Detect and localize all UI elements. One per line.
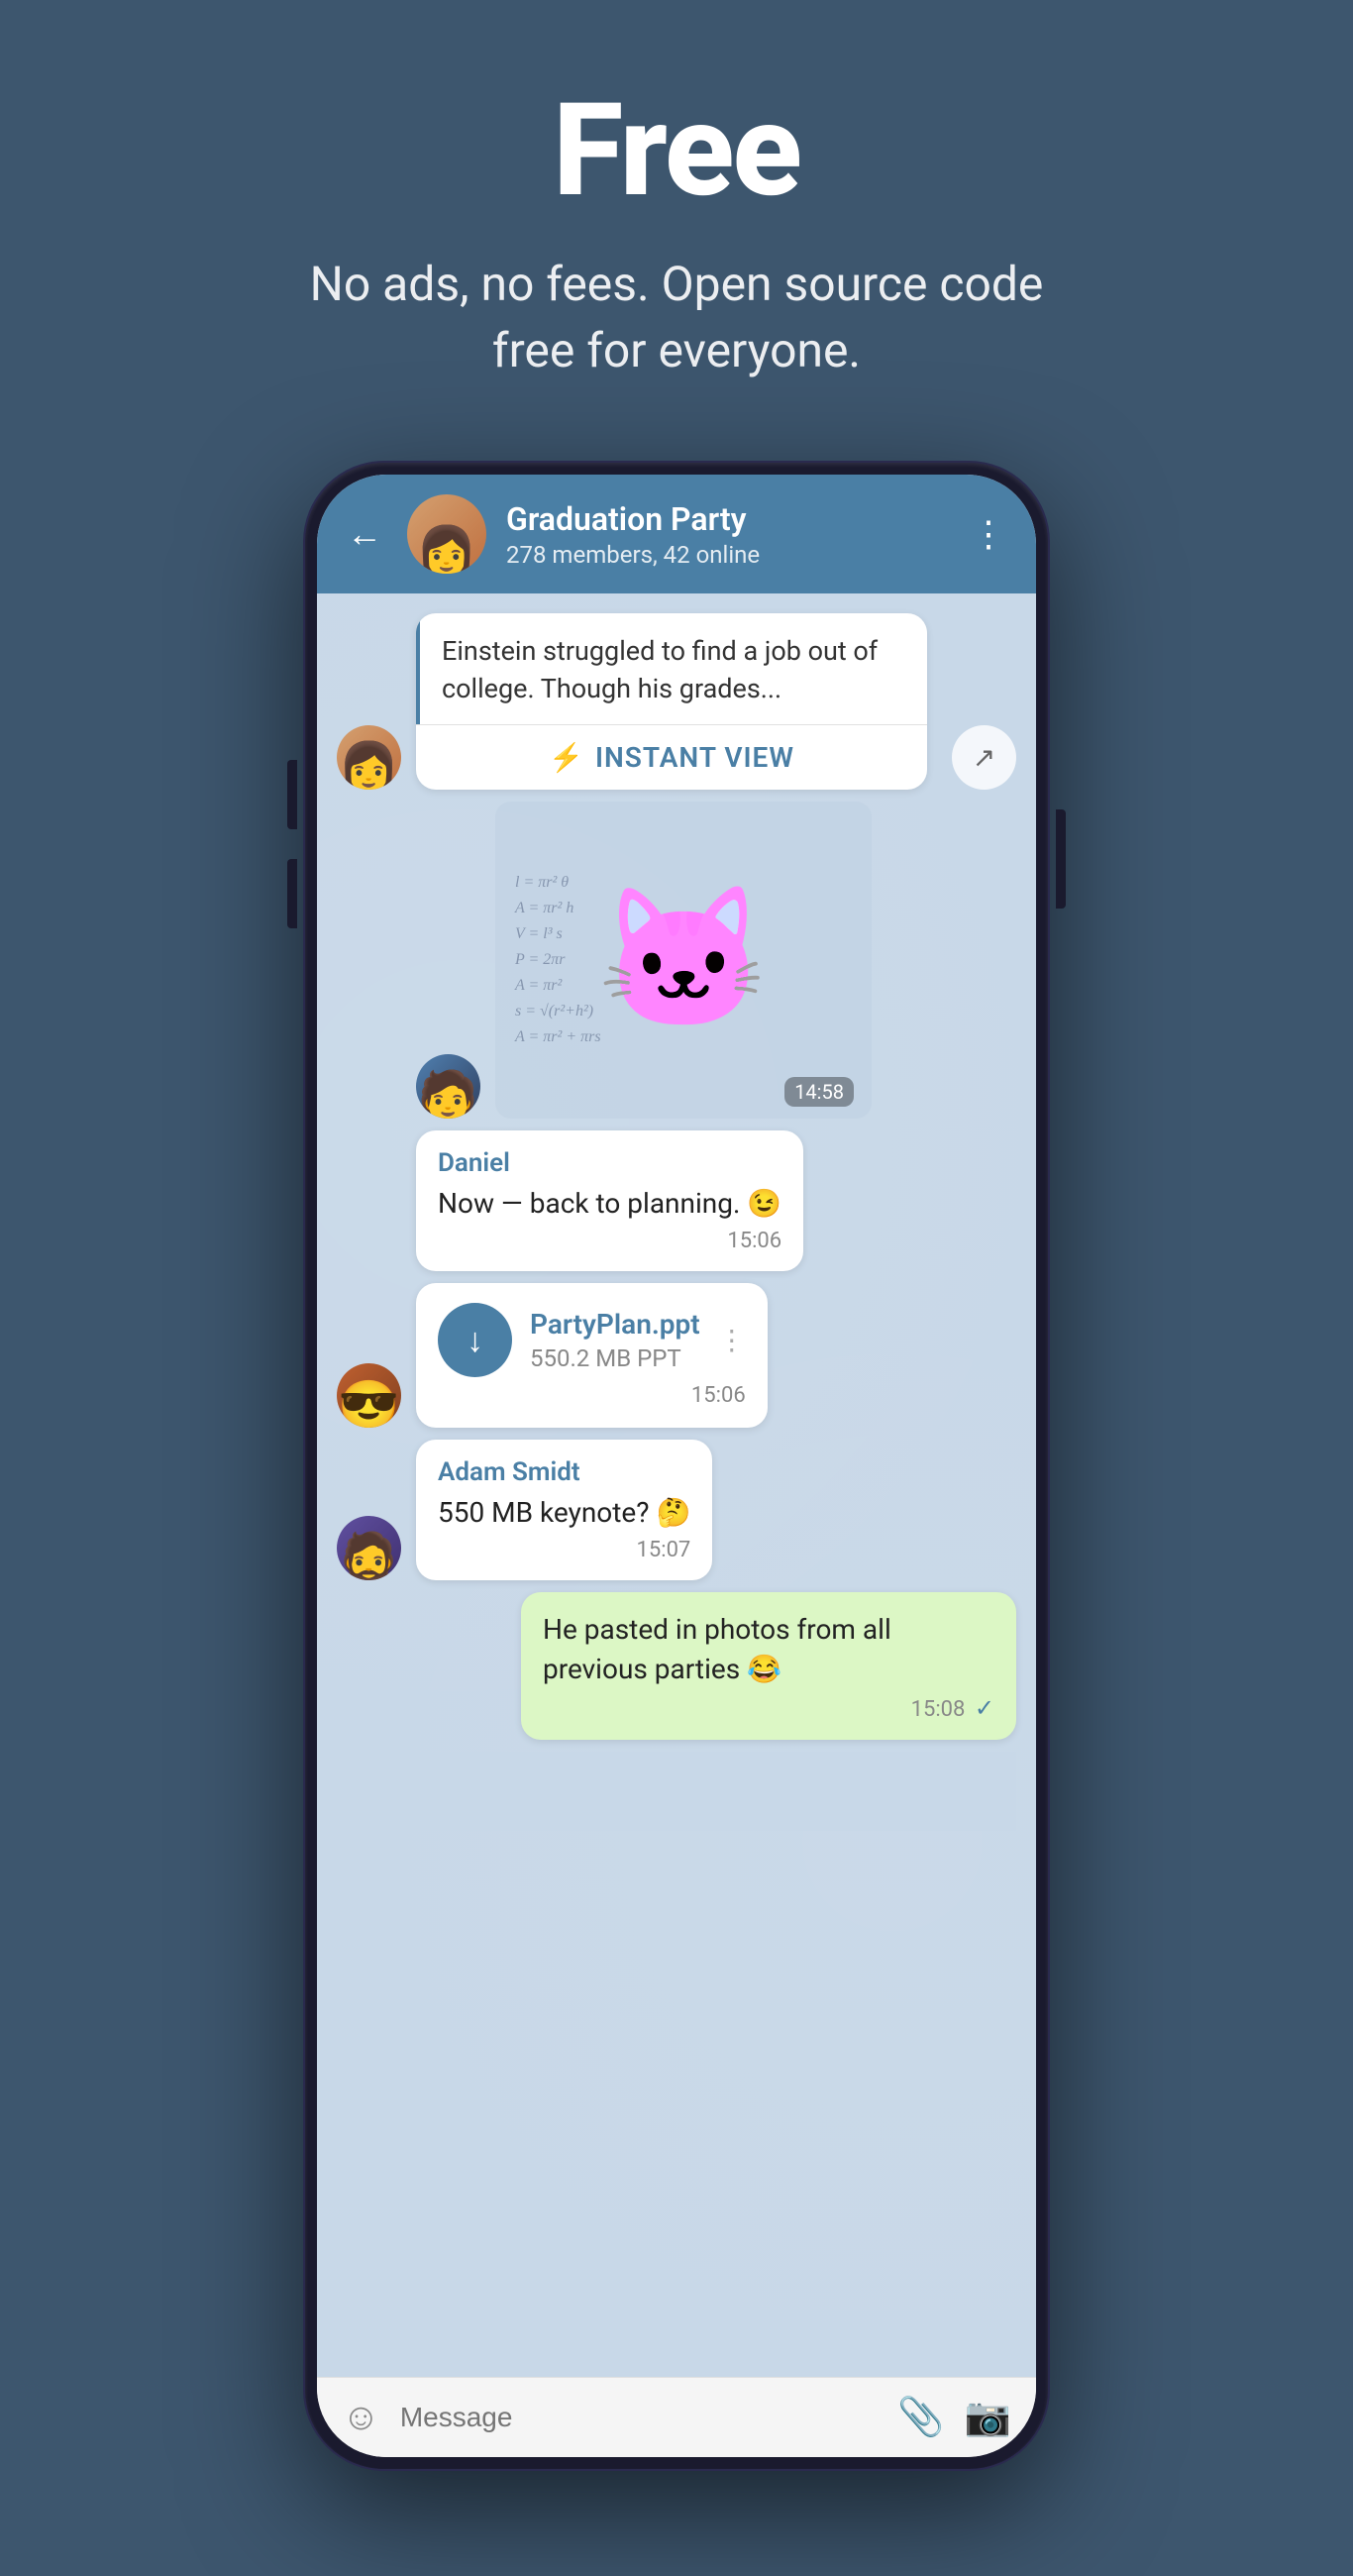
- share-button[interactable]: ↗: [952, 725, 1016, 790]
- phone-screen: ← Graduation Party 278 members, 42 onlin…: [317, 475, 1036, 2457]
- file-size: 550.2 MB PPT: [530, 1344, 700, 1372]
- own-bubble: He pasted in photos from all previous pa…: [521, 1592, 1016, 1739]
- chat-bottom-space: [337, 1752, 1016, 1831]
- file-row: ↓ PartyPlan.ppt 550.2 MB PPT ⋮: [438, 1303, 746, 1377]
- cat-sticker: 🐱: [597, 879, 770, 1041]
- own-message-time: 15:08 ✓: [543, 1694, 994, 1722]
- group-info: Graduation Party 278 members, 42 online: [506, 500, 951, 569]
- volume-up-button[interactable]: [287, 760, 297, 829]
- camera-button[interactable]: 📷: [965, 2396, 1011, 2439]
- own-message-row: He pasted in photos from all previous pa…: [337, 1592, 1016, 1739]
- file-menu-button[interactable]: ⋮: [718, 1324, 746, 1356]
- adam-sender-name: Adam Smidt: [438, 1457, 690, 1487]
- avatar-male-sunglasses: [337, 1363, 401, 1428]
- file-bubble: ↓ PartyPlan.ppt 550.2 MB PPT ⋮ 15:06: [416, 1283, 768, 1428]
- chat-header: ← Graduation Party 278 members, 42 onlin…: [317, 475, 1036, 593]
- file-name: PartyPlan.ppt: [530, 1308, 700, 1341]
- group-members-info: 278 members, 42 online: [506, 541, 951, 569]
- emoji-button[interactable]: ☺: [342, 2396, 380, 2439]
- message-input[interactable]: [400, 2402, 879, 2433]
- adam-message-time: 15:07: [438, 1538, 690, 1562]
- message-input-bar: ☺ 📎 📷: [317, 2377, 1036, 2457]
- hero-title: Free: [553, 79, 800, 221]
- share-icon: ↗: [973, 741, 995, 774]
- sticker-time: 14:58: [784, 1077, 854, 1107]
- file-time: 15:06: [438, 1383, 746, 1408]
- own-time-value: 15:08: [911, 1697, 966, 1722]
- instant-view-button[interactable]: ⚡ INSTANT VIEW: [416, 724, 927, 790]
- article-preview-text: Einstein struggled to find a job out of …: [416, 613, 927, 724]
- chat-body: Einstein struggled to find a job out of …: [317, 593, 1036, 2377]
- phone-shell: ← Graduation Party 278 members, 42 onlin…: [305, 463, 1048, 2469]
- daniel-sender-name: Daniel: [438, 1148, 781, 1178]
- attach-button[interactable]: 📎: [897, 2396, 944, 2439]
- avatar-male-hat: [337, 1516, 401, 1580]
- download-button[interactable]: ↓: [438, 1303, 512, 1377]
- group-name: Graduation Party: [506, 500, 951, 538]
- daniel-message-row: Daniel Now — back to planning. 😉 15:06: [337, 1130, 1016, 1271]
- file-message-row: ↓ PartyPlan.ppt 550.2 MB PPT ⋮ 15:06: [337, 1283, 1016, 1428]
- file-info: PartyPlan.ppt 550.2 MB PPT: [530, 1308, 700, 1372]
- back-button[interactable]: ←: [347, 513, 382, 555]
- own-message-text: He pasted in photos from all previous pa…: [543, 1610, 994, 1687]
- volume-down-button[interactable]: [287, 859, 297, 928]
- adam-message-text: 550 MB keynote? 🤔: [438, 1493, 690, 1532]
- phone-device: ← Graduation Party 278 members, 42 onlin…: [305, 463, 1048, 2469]
- adam-message-row: Adam Smidt 550 MB keynote? 🤔 15:07: [337, 1440, 1016, 1580]
- daniel-bubble: Daniel Now — back to planning. 😉 15:06: [416, 1130, 803, 1271]
- article-bubble: Einstein struggled to find a job out of …: [416, 613, 927, 790]
- hero-section: Free No ads, no fees. Open source code f…: [0, 0, 1353, 443]
- sticker-message-row: l = πr² θ A = πr² h V = l³ s P = 2πr A =…: [337, 802, 1016, 1119]
- daniel-message-time: 15:06: [438, 1229, 781, 1253]
- group-avatar: [407, 494, 486, 574]
- adam-bubble: Adam Smidt 550 MB keynote? 🤔 15:07: [416, 1440, 712, 1580]
- instant-view-label: INSTANT VIEW: [595, 741, 794, 774]
- daniel-message-text: Now — back to planning. 😉: [438, 1184, 781, 1223]
- article-message-row: Einstein struggled to find a job out of …: [337, 613, 1016, 790]
- more-options-button[interactable]: ⋮: [971, 513, 1006, 555]
- avatar-male-hoodie: [416, 1054, 480, 1119]
- hero-subtitle: No ads, no fees. Open source code free f…: [280, 251, 1073, 383]
- read-receipt-icon: ✓: [975, 1694, 994, 1722]
- bolt-icon: ⚡: [549, 741, 583, 774]
- power-button[interactable]: [1056, 809, 1066, 909]
- avatar-female: [337, 725, 401, 790]
- download-icon: ↓: [467, 1321, 483, 1360]
- sticker-container: l = πr² θ A = πr² h V = l³ s P = 2πr A =…: [495, 802, 872, 1119]
